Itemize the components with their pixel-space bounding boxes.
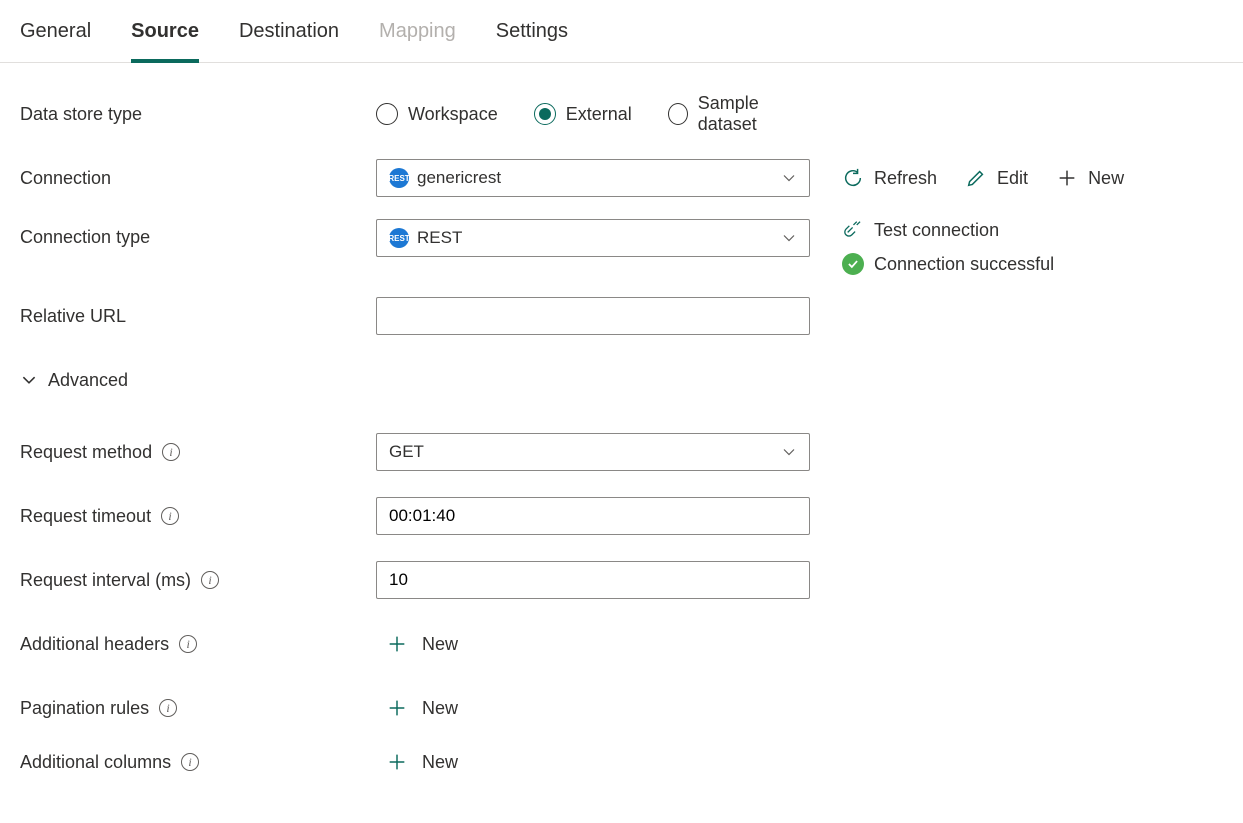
add-header-button[interactable]: New [386, 633, 458, 655]
add-column-button[interactable]: New [386, 751, 458, 773]
label-additional-columns: Additional columns [20, 752, 171, 773]
refresh-icon [842, 167, 864, 189]
new-label: New [422, 698, 458, 719]
request-interval-input[interactable] [376, 561, 810, 599]
chevron-down-icon [20, 371, 38, 389]
refresh-label: Refresh [874, 168, 937, 189]
rest-icon: REST [389, 228, 409, 248]
label-connection-type: Connection type [20, 219, 376, 248]
radio-label: External [566, 104, 632, 125]
tab-mapping[interactable]: Mapping [379, 12, 456, 62]
data-store-type-radio-group: Workspace External Sample dataset [376, 93, 810, 135]
rest-icon: REST [389, 168, 409, 188]
connection-type-value: REST [417, 228, 462, 248]
plus-icon [1056, 167, 1078, 189]
test-connection-button[interactable]: Test connection [842, 219, 1054, 241]
info-icon[interactable]: i [201, 571, 219, 589]
tab-source[interactable]: Source [131, 12, 199, 63]
test-connection-label: Test connection [874, 220, 999, 241]
connection-value: genericrest [417, 168, 501, 188]
connection-status-text: Connection successful [874, 254, 1054, 275]
chevron-down-icon [781, 170, 797, 186]
info-icon[interactable]: i [162, 443, 180, 461]
label-request-method: Request method [20, 442, 152, 463]
radio-sample-dataset[interactable]: Sample dataset [668, 93, 810, 135]
label-data-store-type: Data store type [20, 104, 376, 125]
connection-type-select[interactable]: REST REST [376, 219, 810, 257]
radio-workspace[interactable]: Workspace [376, 103, 498, 125]
request-timeout-input[interactable] [376, 497, 810, 535]
relative-url-input[interactable] [376, 297, 810, 335]
radio-external[interactable]: External [534, 103, 632, 125]
connection-status: Connection successful [842, 253, 1054, 275]
info-icon[interactable]: i [159, 699, 177, 717]
plus-icon [386, 751, 408, 773]
plug-icon [842, 219, 864, 241]
tab-destination[interactable]: Destination [239, 12, 339, 62]
label-connection: Connection [20, 168, 376, 189]
edit-label: Edit [997, 168, 1028, 189]
radio-icon [668, 103, 688, 125]
radio-icon [534, 103, 556, 125]
tab-settings[interactable]: Settings [496, 12, 568, 62]
label-pagination-rules: Pagination rules [20, 698, 149, 719]
connection-select[interactable]: REST genericrest [376, 159, 810, 197]
chevron-down-icon [781, 230, 797, 246]
new-label: New [422, 634, 458, 655]
advanced-toggle[interactable]: Advanced [20, 370, 128, 391]
check-circle-icon [842, 253, 864, 275]
tab-general[interactable]: General [20, 12, 91, 62]
refresh-button[interactable]: Refresh [842, 167, 937, 189]
add-pagination-rule-button[interactable]: New [386, 697, 458, 719]
info-icon[interactable]: i [161, 507, 179, 525]
plus-icon [386, 633, 408, 655]
radio-label: Sample dataset [698, 93, 810, 135]
radio-icon [376, 103, 398, 125]
label-relative-url: Relative URL [20, 306, 376, 327]
chevron-down-icon [781, 444, 797, 460]
advanced-label: Advanced [48, 370, 128, 391]
new-connection-button[interactable]: New [1056, 167, 1124, 189]
new-label: New [1088, 168, 1124, 189]
label-request-timeout: Request timeout [20, 506, 151, 527]
new-label: New [422, 752, 458, 773]
edit-button[interactable]: Edit [965, 167, 1028, 189]
info-icon[interactable]: i [181, 753, 199, 771]
request-method-select[interactable]: GET [376, 433, 810, 471]
request-method-value: GET [389, 442, 424, 462]
label-additional-headers: Additional headers [20, 634, 169, 655]
radio-label: Workspace [408, 104, 498, 125]
info-icon[interactable]: i [179, 635, 197, 653]
plus-icon [386, 697, 408, 719]
label-request-interval: Request interval (ms) [20, 570, 191, 591]
edit-icon [965, 167, 987, 189]
tab-bar: General Source Destination Mapping Setti… [0, 0, 1243, 63]
